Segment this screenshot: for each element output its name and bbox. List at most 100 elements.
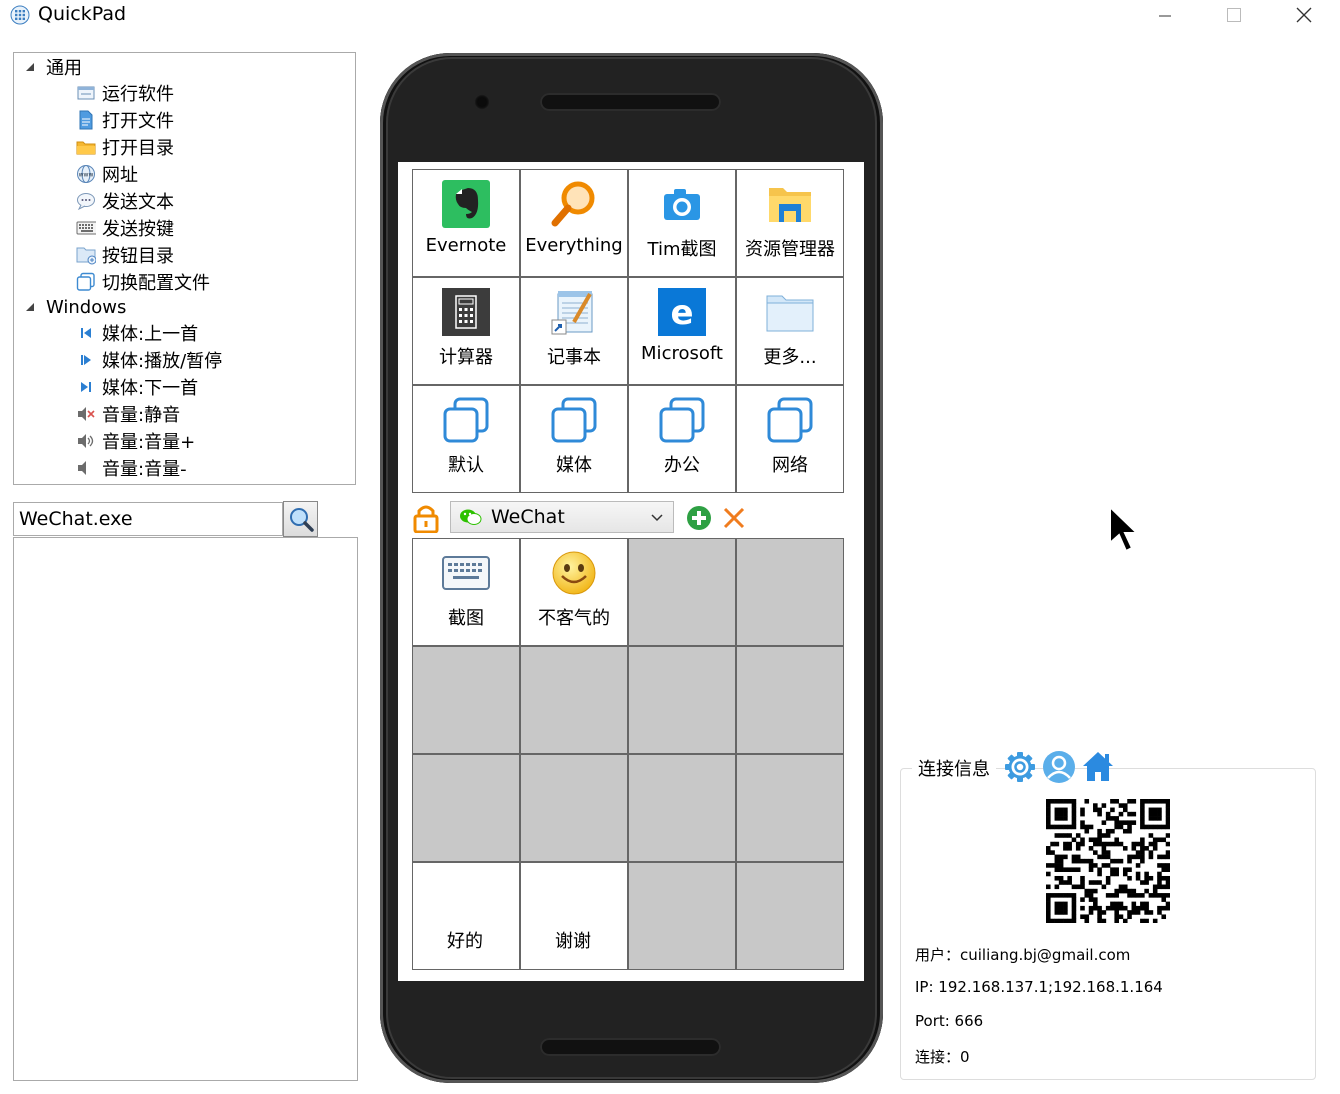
pad-button-profile-default[interactable]: 默认: [412, 385, 520, 493]
pad-button-tim-screenshot[interactable]: Tim截图: [628, 169, 736, 277]
volume-mute-icon: [76, 404, 96, 424]
globe-www-icon: www: [76, 164, 96, 184]
app-button-grid: 截图 不客气的 好的 谢谢: [412, 538, 844, 970]
empty-slot[interactable]: [736, 538, 844, 646]
home-button[interactable]: [1081, 750, 1115, 784]
profile-copy-icon: [441, 395, 491, 445]
tree-item-media-play-pause[interactable]: 媒体:播放/暂停: [76, 347, 222, 373]
add-app-button[interactable]: [686, 505, 712, 531]
empty-slot[interactable]: [520, 754, 628, 862]
pad-button-profile-office[interactable]: 办公: [628, 385, 736, 493]
media-next-icon: [76, 377, 96, 397]
tree-group-label: 通用: [46, 58, 82, 79]
tree-group-general[interactable]: 通用: [24, 54, 82, 80]
close-button[interactable]: [1281, 0, 1327, 30]
camera-icon: [657, 179, 707, 229]
pad-button-label: 媒体: [556, 455, 592, 476]
profile-copy-icon: [657, 395, 707, 445]
tree-item-open-file[interactable]: 打开文件: [76, 107, 174, 133]
empty-slot[interactable]: [628, 538, 736, 646]
connection-info-title: 连接信息: [912, 755, 996, 781]
expanded-arrow-icon: [26, 63, 34, 71]
window-title: QuickPad: [38, 3, 127, 25]
search-results-list[interactable]: [13, 537, 358, 1081]
tree-item-media-previous[interactable]: 媒体:上一首: [76, 320, 198, 346]
connection-count: 连接：0: [915, 1048, 970, 1066]
pad-button-file-explorer[interactable]: 资源管理器: [736, 169, 844, 277]
search-input[interactable]: [13, 502, 283, 536]
tree-item-label: 切换配置文件: [102, 273, 210, 294]
empty-slot[interactable]: [628, 646, 736, 754]
tree-item-button-folder[interactable]: 按钮目录: [76, 242, 174, 268]
tree-item-open-folder[interactable]: 打开目录: [76, 134, 174, 160]
empty-slot[interactable]: [736, 862, 844, 970]
tree-item-label: 音量:音量-: [102, 459, 187, 480]
search-button[interactable]: [283, 501, 318, 537]
action-tree[interactable]: 通用 运行软件 打开文件 打开目录 www 网址 发送文本 发送按键 按钮目录 …: [13, 52, 356, 485]
tree-item-run-software[interactable]: 运行软件: [76, 80, 174, 106]
empty-slot[interactable]: [628, 754, 736, 862]
switch-profile-icon: [76, 272, 96, 292]
tree-item-switch-profile[interactable]: 切换配置文件: [76, 269, 210, 295]
tree-item-media-next[interactable]: 媒体:下一首: [76, 374, 198, 400]
calculator-icon: [441, 287, 491, 337]
tree-item-label: 按钮目录: [102, 246, 174, 267]
pad-button-screenshot[interactable]: 截图: [412, 538, 520, 646]
empty-slot[interactable]: [412, 646, 520, 754]
pad-button-calculator[interactable]: 计算器: [412, 277, 520, 385]
global-button-grid: Evernote Everything Tim截图 资源管理器 计算器 记事本 …: [412, 169, 844, 493]
pad-button-everything[interactable]: Everything: [520, 169, 628, 277]
tree-item-send-keys[interactable]: 发送按键: [76, 215, 174, 241]
pad-button-thanks[interactable]: 谢谢: [520, 862, 628, 970]
tree-item-label: 媒体:播放/暂停: [102, 351, 223, 372]
gear-icon: [1005, 752, 1035, 782]
close-x-icon: [723, 507, 745, 529]
pad-button-microsoft[interactable]: e Microsoft: [628, 277, 736, 385]
edge-icon: e: [657, 287, 707, 337]
pad-button-profile-network[interactable]: 网络: [736, 385, 844, 493]
tree-item-label: 发送文本: [102, 192, 174, 213]
profile-copy-icon: [549, 395, 599, 445]
tree-item-volume-up[interactable]: 音量:音量+: [76, 428, 195, 454]
tree-item-send-text[interactable]: 发送文本: [76, 188, 174, 214]
pad-button-no-problem[interactable]: 不客气的: [520, 538, 628, 646]
tree-group-windows[interactable]: Windows: [24, 294, 126, 320]
pad-button-label: 记事本: [547, 347, 601, 368]
tree-item-volume-mute[interactable]: 音量:静音: [76, 401, 180, 427]
tree-item-label: 发送按键: [102, 219, 174, 240]
tree-item-volume-down[interactable]: 音量:音量-: [76, 455, 187, 481]
maximize-button[interactable]: [1211, 0, 1257, 30]
pad-button-profile-media[interactable]: 媒体: [520, 385, 628, 493]
user-button[interactable]: [1042, 750, 1076, 784]
empty-slot[interactable]: [520, 646, 628, 754]
delete-app-button[interactable]: [722, 506, 746, 530]
tree-item-url[interactable]: www 网址: [76, 161, 138, 187]
volume-down-icon: [76, 458, 96, 478]
chevron-down-icon: [651, 514, 663, 522]
folder-icon: [765, 287, 815, 337]
tree-item-label: 媒体:下一首: [102, 378, 199, 399]
settings-button[interactable]: [1003, 750, 1037, 784]
pad-button-label: 默认: [448, 455, 484, 476]
app-select-dropdown[interactable]: WeChat: [450, 501, 674, 533]
lock-icon[interactable]: [413, 503, 439, 534]
pad-button-evernote[interactable]: Evernote: [412, 169, 520, 277]
pad-button-label: Microsoft: [641, 343, 723, 364]
pad-button-label: Everything: [525, 235, 623, 256]
pad-button-ok[interactable]: 好的: [412, 862, 520, 970]
pad-button-more[interactable]: 更多...: [736, 277, 844, 385]
empty-slot[interactable]: [628, 862, 736, 970]
tree-item-label: 打开目录: [102, 138, 174, 159]
tree-item-label: 媒体:上一首: [102, 324, 199, 345]
minimize-button[interactable]: [1142, 0, 1188, 30]
tree-item-label: 网址: [102, 165, 138, 186]
minimize-icon: [1159, 15, 1171, 17]
evernote-icon: [441, 179, 491, 229]
plus-circle-icon: [687, 506, 711, 530]
pad-button-notepad[interactable]: 记事本: [520, 277, 628, 385]
empty-slot[interactable]: [412, 754, 520, 862]
volume-up-icon: [76, 431, 96, 451]
empty-slot[interactable]: [736, 754, 844, 862]
svg-text:e: e: [670, 293, 693, 333]
empty-slot[interactable]: [736, 646, 844, 754]
